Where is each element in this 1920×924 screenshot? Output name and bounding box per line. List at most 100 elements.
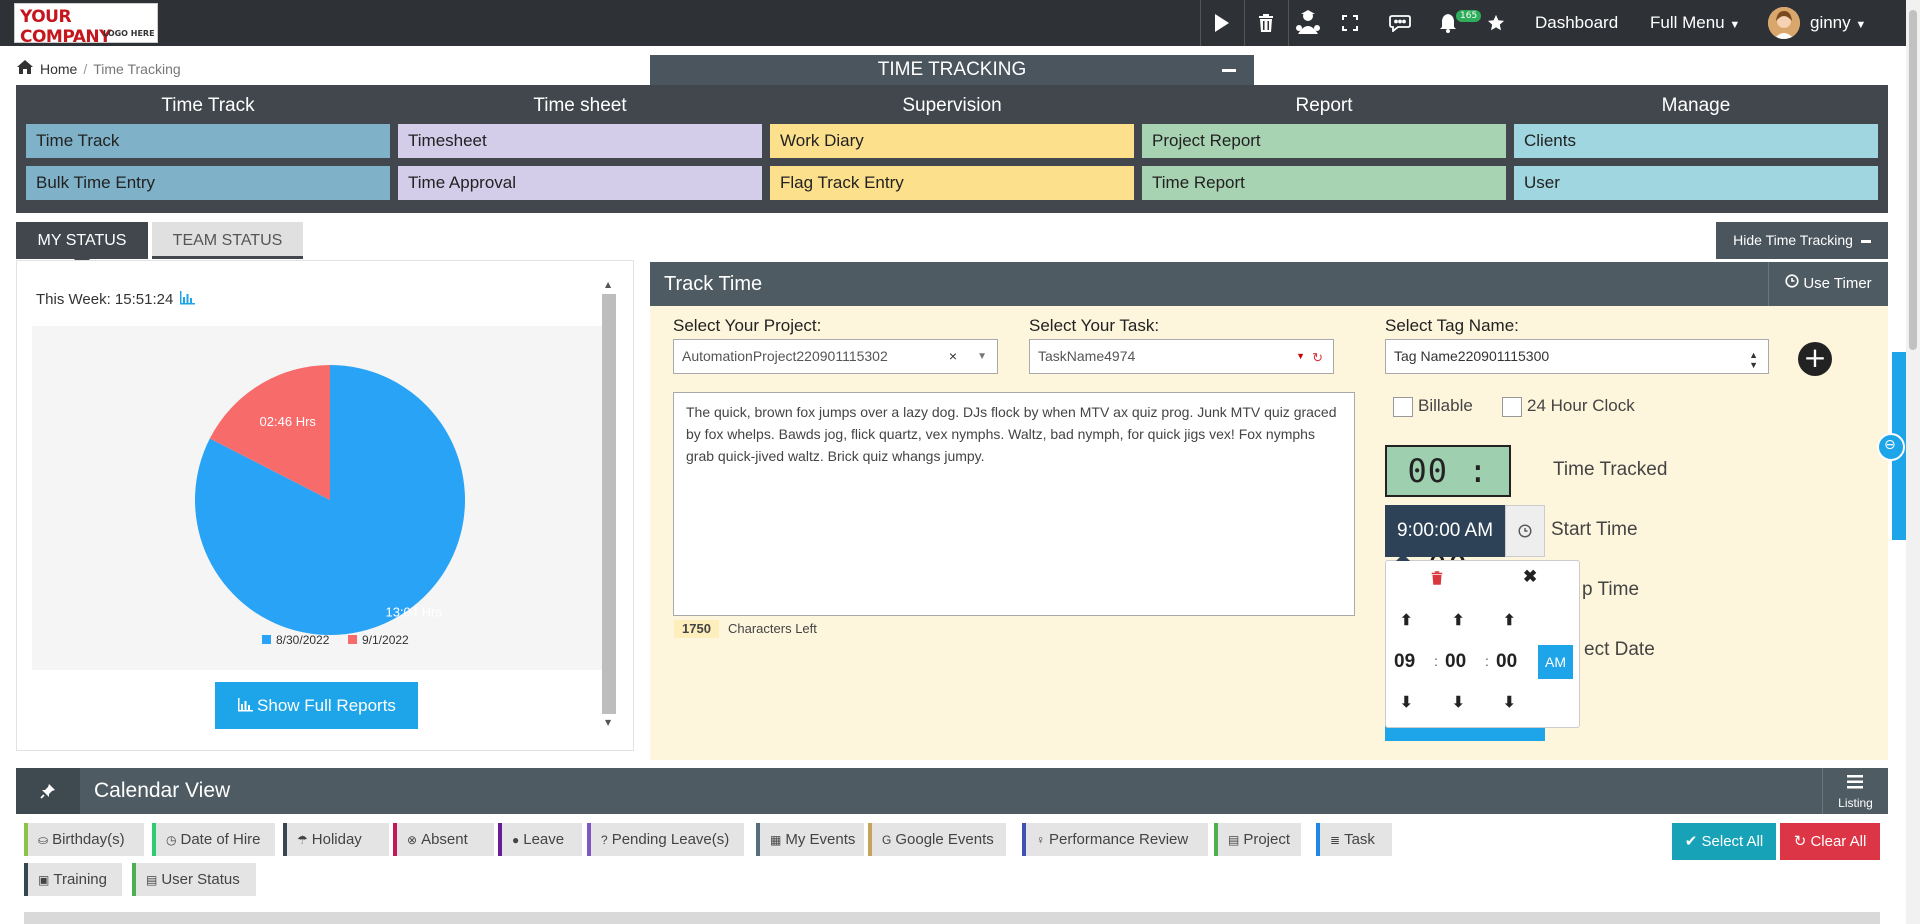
- clear-icon[interactable]: ×: [949, 340, 957, 373]
- description-textarea[interactable]: The quick, brown fox jumps over a lazy d…: [673, 392, 1355, 616]
- task-select[interactable]: TaskName4974 ▼ ↻: [1029, 339, 1334, 374]
- menu-item-bulk-time-entry[interactable]: Bulk Time Entry: [26, 166, 390, 200]
- second-up-icon[interactable]: ⬆: [1503, 611, 1516, 629]
- legend-label[interactable]: 9/1/2022: [362, 633, 409, 647]
- tab-team-status[interactable]: TEAM STATUS: [152, 222, 303, 259]
- menu-item-clients[interactable]: Clients: [1514, 124, 1878, 158]
- collapse-icon[interactable]: [1222, 69, 1236, 72]
- page-scrollbar[interactable]: [1906, 0, 1920, 924]
- menu-item-project-report[interactable]: Project Report: [1142, 124, 1506, 158]
- full-menu-dropdown[interactable]: Full Menu ▼: [1650, 13, 1740, 33]
- menu-header: Report: [1295, 95, 1353, 116]
- chevron-down-icon[interactable]: ▼: [1296, 340, 1305, 373]
- show-full-reports-button[interactable]: Show Full Reports: [215, 682, 418, 729]
- user-name: ginny: [1810, 13, 1851, 32]
- filter-performance-review[interactable]: ♀ Performance Review: [1022, 823, 1208, 856]
- page-scrollbar-thumb[interactable]: [1909, 10, 1917, 350]
- user-x-icon: ⊗: [407, 833, 418, 847]
- hour-down-icon[interactable]: ⬇: [1400, 693, 1413, 711]
- menu-item-time-approval[interactable]: Time Approval: [398, 166, 762, 200]
- legend-label[interactable]: 8/30/2022: [276, 633, 330, 647]
- module-menu: Time Track Time Track Bulk Time Entry Ti…: [16, 85, 1888, 213]
- filter-date-of-hire[interactable]: ◷ Date of Hire: [152, 823, 275, 856]
- play-icon[interactable]: [1200, 0, 1244, 46]
- filter-user-status[interactable]: ▤ User Status: [132, 863, 256, 896]
- chevron-down-icon[interactable]: ▼: [977, 340, 987, 373]
- filter-my-events[interactable]: ▦ My Events: [756, 823, 864, 856]
- scroll-up-icon[interactable]: ▲: [605, 280, 611, 289]
- filter-task[interactable]: ≣ Task: [1316, 823, 1392, 856]
- breadcrumb-home[interactable]: Home: [40, 61, 77, 77]
- bell-icon[interactable]: [1428, 0, 1468, 46]
- filter-project[interactable]: ▤ Project: [1214, 823, 1301, 856]
- panel-scrollbar[interactable]: ▲ ▼: [602, 276, 616, 733]
- this-week-summary: This Week: 15:51:24: [36, 291, 196, 309]
- second-down-icon[interactable]: ⬇: [1503, 693, 1516, 711]
- menu-item-user[interactable]: User: [1514, 166, 1878, 200]
- filter-google-events[interactable]: G Google Events: [868, 823, 1006, 856]
- avatar[interactable]: [1768, 7, 1800, 39]
- menu-item-time-track[interactable]: Time Track: [26, 124, 390, 158]
- listing-button[interactable]: Listing: [1822, 768, 1888, 814]
- menu-item-flag-track-entry[interactable]: Flag Track Entry: [770, 166, 1134, 200]
- description-text: The quick, brown fox jumps over a lazy d…: [686, 404, 1337, 464]
- 24-hour-clock-checkbox[interactable]: [1502, 397, 1522, 417]
- company-logo[interactable]: YOUR COMPANY LOGO HERE: [14, 3, 158, 47]
- hour-value[interactable]: 09: [1394, 651, 1415, 673]
- clock-icon[interactable]: [1505, 505, 1545, 557]
- bar-chart-icon[interactable]: [179, 291, 196, 309]
- pie-slice-label: 13:04 Hrs: [385, 604, 442, 619]
- filter-holiday[interactable]: ☂ Holiday: [283, 823, 389, 856]
- hide-time-tracking-button[interactable]: Hide Time Tracking: [1716, 222, 1888, 259]
- filter-pending-leave-s[interactable]: ? Pending Leave(s): [587, 823, 744, 856]
- select-all-button[interactable]: ✔ Select All: [1672, 823, 1776, 860]
- add-tag-button[interactable]: +: [1798, 342, 1832, 376]
- umbrella-icon: ☂: [297, 833, 308, 847]
- project-value: AutomationProject220901115302: [682, 348, 888, 364]
- user-menu[interactable]: ginny ▼: [1810, 13, 1866, 33]
- tag-label: Select Tag Name:: [1385, 316, 1519, 335]
- menu-item-work-diary[interactable]: Work Diary: [770, 124, 1134, 158]
- filter-label: Birthday(s): [52, 831, 125, 848]
- scroll-down-icon[interactable]: ▼: [605, 718, 611, 727]
- star-icon[interactable]: [1476, 0, 1516, 46]
- ampm-toggle[interactable]: AM: [1538, 645, 1573, 679]
- clear-all-button[interactable]: ↻ Clear All: [1780, 823, 1880, 860]
- trash-icon[interactable]: [1244, 0, 1288, 46]
- menu-item-time-report[interactable]: Time Report: [1142, 166, 1506, 200]
- billable-checkbox[interactable]: [1393, 397, 1413, 417]
- tag-select[interactable]: Tag Name220901115300 ▲ ▼: [1385, 339, 1769, 374]
- filter-birthday-s[interactable]: ⛀ Birthday(s): [24, 823, 144, 856]
- tab-my-status[interactable]: MY STATUS: [16, 222, 148, 259]
- side-panel-toggle[interactable]: ⊖: [1877, 433, 1905, 461]
- check-icon: ✔: [1684, 833, 1698, 850]
- pin-icon[interactable]: [16, 768, 80, 814]
- home-icon[interactable]: [16, 59, 34, 78]
- team-icon[interactable]: [1288, 0, 1328, 46]
- scrollbar-thumb[interactable]: [602, 294, 616, 714]
- fullscreen-icon[interactable]: [1328, 0, 1372, 46]
- caret-down-icon: ▼: [1855, 19, 1867, 31]
- filter-absent[interactable]: ⊗ Absent: [393, 823, 494, 856]
- hour-up-icon[interactable]: ⬆: [1400, 611, 1413, 629]
- second-value[interactable]: 00: [1496, 651, 1517, 673]
- start-time-input[interactable]: 9:00:00 AM: [1385, 505, 1505, 557]
- minute-value[interactable]: 00: [1445, 651, 1466, 673]
- close-icon[interactable]: ✖: [1523, 567, 1537, 587]
- minute-down-icon[interactable]: ⬇: [1452, 693, 1465, 711]
- minute-up-icon[interactable]: ⬆: [1452, 611, 1465, 629]
- dashboard-link[interactable]: Dashboard: [1535, 13, 1618, 33]
- refresh-icon[interactable]: ↻: [1312, 341, 1323, 374]
- clock-icon: ◷: [166, 833, 177, 847]
- full-menu-label: Full Menu: [1650, 13, 1725, 32]
- project-select[interactable]: AutomationProject220901115302 × ▼: [673, 339, 998, 374]
- menu-item-timesheet[interactable]: Timesheet: [398, 124, 762, 158]
- filter-training[interactable]: ▣ Training: [24, 863, 122, 896]
- filter-leave[interactable]: ● Leave: [498, 823, 582, 856]
- use-timer-button[interactable]: Use Timer: [1768, 262, 1888, 306]
- characters-count: 1750: [674, 620, 719, 638]
- chat-icon[interactable]: [1378, 0, 1422, 46]
- calendar-header: Calendar View Listing: [16, 768, 1888, 814]
- breadcrumb-separator: /: [83, 60, 88, 77]
- trash-icon[interactable]: [1431, 571, 1443, 588]
